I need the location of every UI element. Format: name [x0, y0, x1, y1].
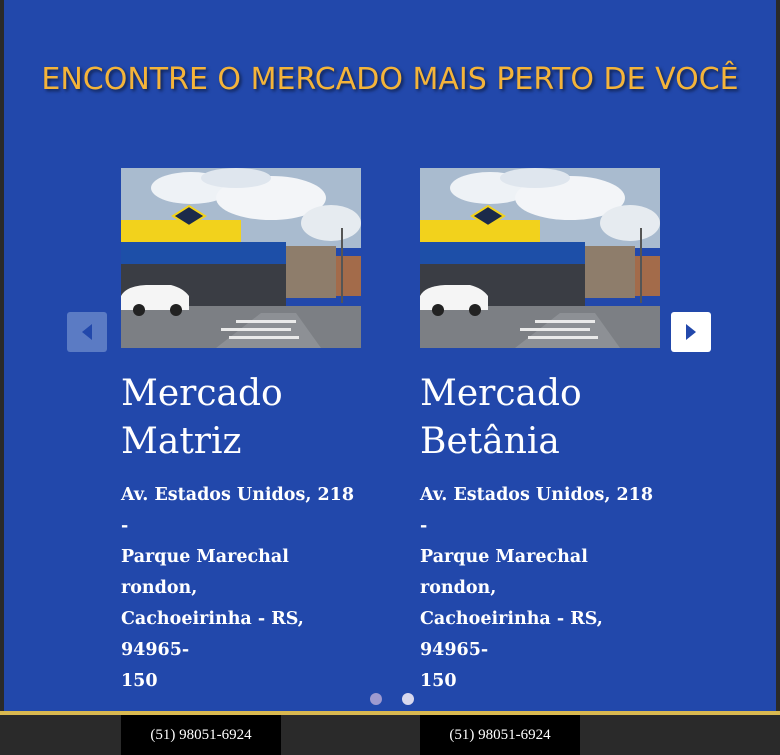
address-line: Av. Estados Unidos, 218 -	[420, 485, 654, 536]
store-section	[4, 0, 776, 712]
carousel-pagination	[370, 693, 414, 705]
carousel-prev-button[interactable]	[67, 312, 107, 352]
store-address: Av. Estados Unidos, 218 - Parque Marecha…	[420, 480, 660, 697]
address-line: Cachoeirinha - RS, 94965-	[121, 609, 304, 660]
carousel-dot-active[interactable]	[402, 693, 414, 705]
store-name-line: Mercado	[420, 373, 582, 414]
address-line: Cachoeirinha - RS, 94965-	[420, 609, 603, 660]
store-name-line: Matriz	[121, 421, 242, 462]
phone-button[interactable]: (51) 98051-6924	[420, 715, 580, 755]
address-line: 150	[121, 671, 158, 691]
carousel-dot[interactable]	[370, 693, 382, 705]
chevron-left-icon	[82, 324, 92, 340]
store-card: Mercado Matriz Av. Estados Unidos, 218 -…	[121, 168, 361, 755]
store-address: Av. Estados Unidos, 218 - Parque Marecha…	[121, 480, 361, 697]
store-photo	[420, 168, 660, 348]
address-line: Av. Estados Unidos, 218 -	[121, 485, 355, 536]
footer-divider	[0, 711, 780, 715]
store-photo	[121, 168, 361, 348]
chevron-right-icon	[686, 324, 696, 340]
section-title: ENCONTRE O MERCADO MAIS PERTO DE VOCÊ	[41, 62, 739, 98]
carousel-next-button[interactable]	[671, 312, 711, 352]
store-name: Mercado Matriz	[121, 370, 361, 466]
address-line: Parque Marechal rondon,	[121, 547, 289, 598]
address-line: Parque Marechal rondon,	[420, 547, 588, 598]
store-name: Mercado Betânia	[420, 370, 660, 466]
store-card: Mercado Betânia Av. Estados Unidos, 218 …	[420, 168, 660, 755]
address-line: 150	[420, 671, 457, 691]
store-name-line: Betânia	[420, 421, 560, 462]
phone-button[interactable]: (51) 98051-6924	[121, 715, 281, 755]
store-name-line: Mercado	[121, 373, 283, 414]
